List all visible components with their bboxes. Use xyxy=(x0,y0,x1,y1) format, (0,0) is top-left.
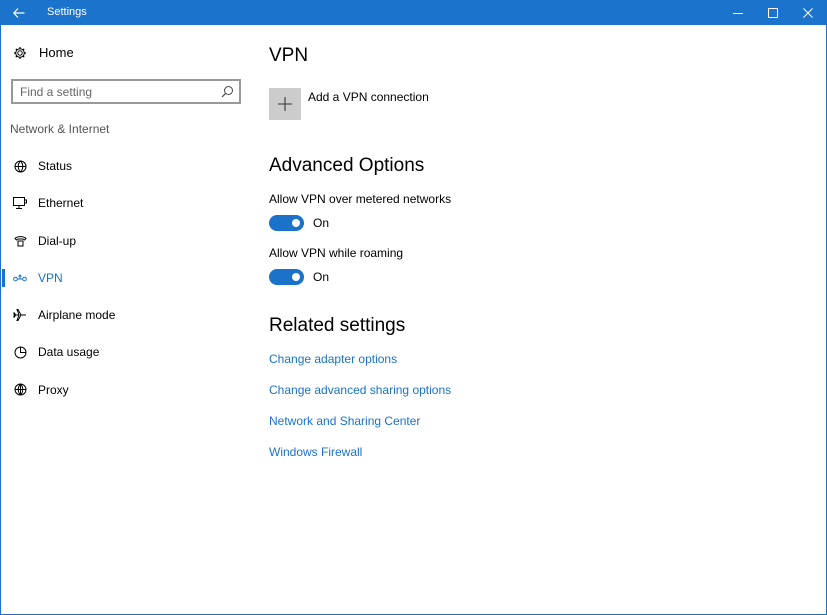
sidebar-item-label: Data usage xyxy=(38,345,100,360)
sidebar-item-ethernet[interactable]: Ethernet xyxy=(1,184,251,221)
close-icon xyxy=(803,8,813,18)
network-and-sharing-center-link[interactable]: Network and Sharing Center xyxy=(269,414,420,428)
nav-list: Status Ethernet Dial-up VPN Airplane mod… xyxy=(1,147,251,408)
metered-networks-toggle[interactable] xyxy=(269,215,304,231)
settings-window: Settings Home Network & Int xyxy=(0,0,827,615)
add-vpn-connection-button[interactable]: Add a VPN connection xyxy=(269,88,429,120)
close-button[interactable] xyxy=(791,1,825,25)
windows-firewall-link[interactable]: Windows Firewall xyxy=(269,445,362,459)
sidebar-item-proxy[interactable]: Proxy xyxy=(1,371,251,408)
add-tile xyxy=(269,88,301,120)
related-settings-heading: Related settings xyxy=(269,315,406,336)
roaming-toggle[interactable] xyxy=(269,269,304,285)
search-icon xyxy=(221,86,233,98)
page-title: VPN xyxy=(269,45,309,66)
globe-icon xyxy=(13,383,27,397)
main-content: VPN Add a VPN connection Advanced Option… xyxy=(269,25,809,615)
back-button[interactable] xyxy=(1,1,37,25)
title-bar: Settings xyxy=(1,1,826,25)
sidebar-item-vpn[interactable]: VPN xyxy=(1,259,251,296)
roaming-setting: Allow VPN while roaming On xyxy=(269,246,403,285)
setting-label: Allow VPN over metered networks xyxy=(269,192,452,206)
dial-up-icon xyxy=(13,234,27,248)
active-indicator xyxy=(2,268,5,287)
sidebar-item-label: Airplane mode xyxy=(38,308,116,323)
sidebar: Home Network & Internet Status Ethernet xyxy=(1,25,251,615)
sidebar-item-label: Ethernet xyxy=(38,196,84,211)
ethernet-icon xyxy=(13,196,27,210)
metered-networks-setting: Allow VPN over metered networks On xyxy=(269,192,451,231)
sidebar-item-label: Dial-up xyxy=(38,233,77,248)
home-nav-item[interactable]: Home xyxy=(13,45,74,60)
add-vpn-label: Add a VPN connection xyxy=(308,90,429,104)
sidebar-item-label: VPN xyxy=(38,270,63,285)
globe-status-icon xyxy=(13,159,27,173)
change-advanced-sharing-options-link[interactable]: Change advanced sharing options xyxy=(269,383,451,397)
data-usage-icon xyxy=(13,345,27,359)
toggle-knob xyxy=(292,219,300,227)
maximize-icon xyxy=(768,8,778,18)
gear-icon xyxy=(14,46,26,59)
minimize-icon xyxy=(733,13,743,14)
vpn-icon xyxy=(13,271,27,285)
minimize-button[interactable] xyxy=(721,1,755,25)
back-arrow-icon xyxy=(13,8,25,18)
search-input[interactable] xyxy=(20,83,210,100)
sidebar-item-airplane-mode[interactable]: Airplane mode xyxy=(1,296,251,333)
plus-icon xyxy=(278,97,292,111)
window-title: Settings xyxy=(47,6,87,18)
setting-label: Allow VPN while roaming xyxy=(269,246,404,260)
sidebar-item-dial-up[interactable]: Dial-up xyxy=(1,222,251,259)
maximize-button[interactable] xyxy=(756,1,790,25)
sidebar-item-label: Proxy xyxy=(38,382,69,397)
toggle-state-label: On xyxy=(313,270,330,284)
sidebar-item-data-usage[interactable]: Data usage xyxy=(1,333,251,370)
section-label: Network & Internet xyxy=(10,122,110,136)
advanced-options-heading: Advanced Options xyxy=(269,155,425,176)
home-label: Home xyxy=(39,45,74,60)
sidebar-item-label: Status xyxy=(38,159,73,173)
airplane-icon xyxy=(13,308,27,322)
sidebar-item-status[interactable]: Status xyxy=(1,147,251,184)
search-box[interactable] xyxy=(11,79,241,104)
change-adapter-options-link[interactable]: Change adapter options xyxy=(269,352,397,366)
toggle-knob xyxy=(292,273,300,281)
toggle-state-label: On xyxy=(313,216,330,230)
